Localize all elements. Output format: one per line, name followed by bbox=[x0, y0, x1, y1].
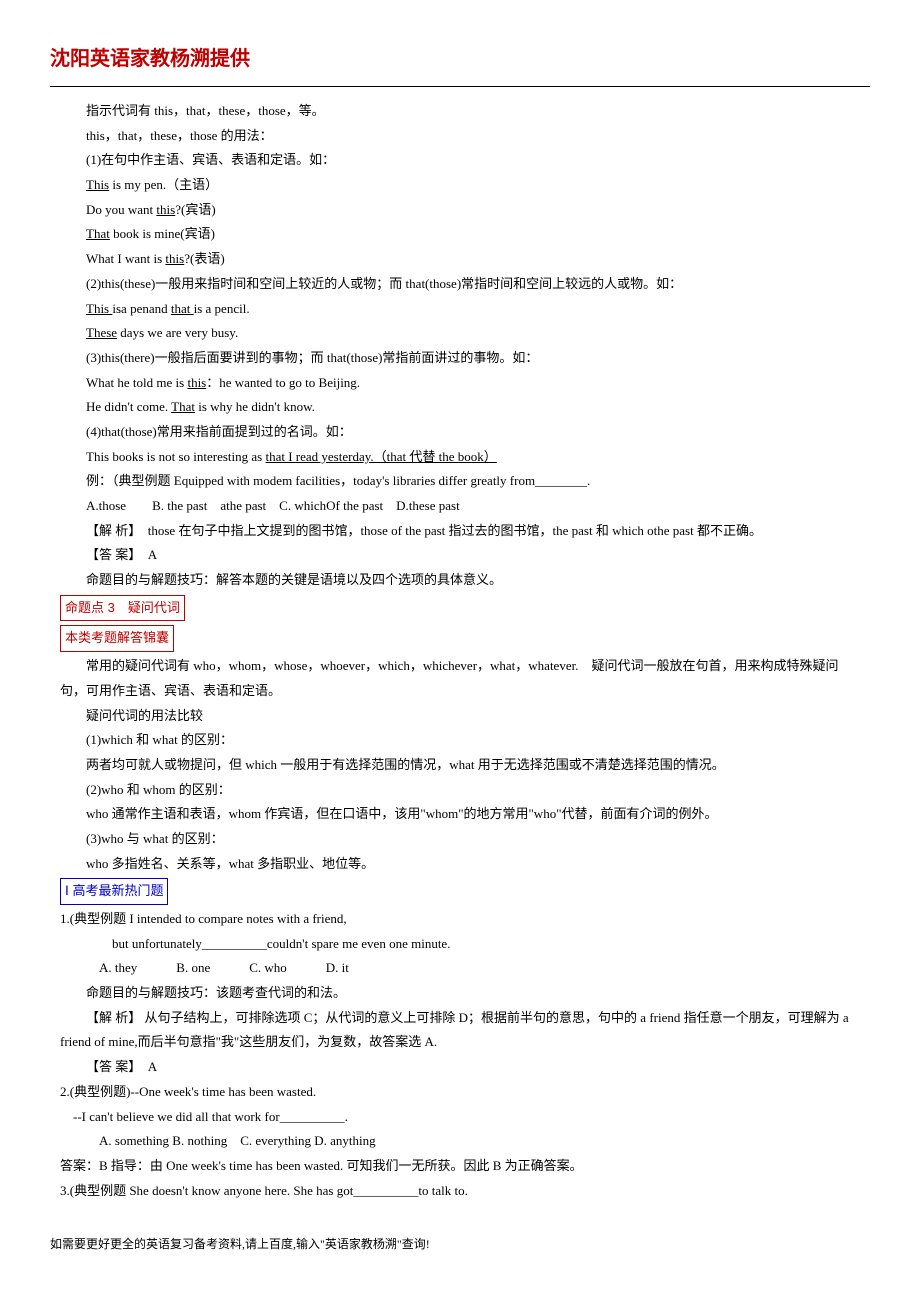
text-line: (1)which 和 what 的区别： bbox=[60, 728, 860, 753]
answer-line: 【答 案】 A bbox=[60, 543, 860, 568]
text: Do you want bbox=[86, 202, 156, 217]
underline-text: That bbox=[171, 399, 195, 414]
section-box-red: 本类考题解答锦囊 bbox=[60, 625, 174, 652]
text: What I want is bbox=[86, 251, 165, 266]
text: What he told me is bbox=[86, 375, 187, 390]
option-line: A.those B. the past athe past C. whichOf… bbox=[60, 494, 860, 519]
text: ?(宾语) bbox=[175, 202, 215, 217]
underline-text: that I read yesterday.（that 代替 the book） bbox=[265, 449, 496, 464]
underline-text: this bbox=[156, 202, 175, 217]
option-line: A. they B. one C. who D. it bbox=[60, 956, 860, 981]
text-line: 两者均可就人或物提问，但 which 一般用于有选择范围的情况，what 用于无… bbox=[60, 753, 860, 778]
text-line: 常用的疑问代词有 who，whom，whose，whoever，which，wh… bbox=[60, 654, 860, 703]
underline-text: That bbox=[86, 226, 110, 241]
question-line: 1.(典型例题 I intended to compare notes with… bbox=[60, 907, 860, 932]
document-body: 指示代词有 this，that，these，those，等。 this，that… bbox=[50, 99, 870, 1203]
text-line: (4)that(those)常用来指前面提到过的名词。如： bbox=[60, 420, 860, 445]
text: is my pen.（主语） bbox=[109, 177, 218, 192]
text-line: (2)who 和 whom 的区别： bbox=[60, 778, 860, 803]
text-line: (1)在句中作主语、宾语、表语和定语。如： bbox=[60, 148, 860, 173]
underline-text: this bbox=[165, 251, 184, 266]
text-line: 疑问代词的用法比较 bbox=[60, 704, 860, 729]
analysis-line: 【解 析】 从句子结构上，可排除选项 C；从代词的意义上可排除 D；根据前半句的… bbox=[60, 1006, 860, 1055]
text-line: (3)this(there)一般指后面要讲到的事物；而 that(those)常… bbox=[60, 346, 860, 371]
text: He didn't come. bbox=[86, 399, 171, 414]
text: isa penand bbox=[112, 301, 170, 316]
analysis-line: 【解 析】 those 在句子中指上文提到的图书馆，those of the p… bbox=[60, 519, 860, 544]
underline-text: This bbox=[86, 177, 109, 192]
underline-text: that bbox=[171, 301, 194, 316]
header-rule bbox=[50, 86, 870, 87]
text-line: 指示代词有 this，that，these，those，等。 bbox=[60, 99, 860, 124]
text-line: This isa penand that is a pencil. bbox=[60, 297, 860, 322]
text-line: 命题目的与解题技巧：解答本题的关键是语境以及四个选项的具体意义。 bbox=[60, 568, 860, 593]
text-line: who 多指姓名、关系等，what 多指职业、地位等。 bbox=[60, 852, 860, 877]
text: days we are very busy. bbox=[117, 325, 238, 340]
text: is why he didn't know. bbox=[195, 399, 315, 414]
text-line: That book is mine(宾语) bbox=[60, 222, 860, 247]
text-line: This books is not so interesting as that… bbox=[60, 445, 860, 470]
question-line: but unfortunately__________couldn't spar… bbox=[60, 932, 860, 957]
text-line: These days we are very busy. bbox=[60, 321, 860, 346]
page-header: 沈阳英语家教杨溯提供 bbox=[50, 40, 870, 78]
text-line: What he told me is this：he wanted to go … bbox=[60, 371, 860, 396]
text: This books is not so interesting as bbox=[86, 449, 265, 464]
text-line: (3)who 与 what 的区别： bbox=[60, 827, 860, 852]
answer-line: 【答 案】 A bbox=[60, 1055, 860, 1080]
text-line: 例：（典型例题 Equipped with modem facilities，t… bbox=[60, 469, 860, 494]
section-box-red: 命题点 3 疑问代词 bbox=[60, 595, 185, 622]
page-footer: 如需要更好更全的英语复习备考资料,请上百度,输入"英语家教杨溯"查询! bbox=[50, 1233, 870, 1256]
answer-line: 答案：B 指导：由 One week's time has been waste… bbox=[60, 1154, 860, 1179]
text: is a pencil. bbox=[194, 301, 250, 316]
text: book is mine(宾语) bbox=[110, 226, 215, 241]
text-line: What I want is this?(表语) bbox=[60, 247, 860, 272]
text: ：he wanted to go to Beijing. bbox=[206, 375, 360, 390]
underline-text: These bbox=[86, 325, 117, 340]
text-line: Do you want this?(宾语) bbox=[60, 198, 860, 223]
underline-text: this bbox=[187, 375, 206, 390]
text-line: He didn't come. That is why he didn't kn… bbox=[60, 395, 860, 420]
underline-text: This bbox=[86, 301, 112, 316]
question-line: --I can't believe we did all that work f… bbox=[60, 1105, 860, 1130]
text: ?(表语) bbox=[184, 251, 224, 266]
text-line: 命题目的与解题技巧：该题考查代词的和法。 bbox=[60, 981, 860, 1006]
question-line: 3.(典型例题 She doesn't know anyone here. Sh… bbox=[60, 1179, 860, 1204]
text-line: this，that，these，those 的用法： bbox=[60, 124, 860, 149]
question-line: 2.(典型例题)--One week's time has been waste… bbox=[60, 1080, 860, 1105]
text-line: (2)this(these)一般用来指时间和空间上较近的人或物；而 that(t… bbox=[60, 272, 860, 297]
section-box-blue: Ⅰ 高考最新热门题 bbox=[60, 878, 168, 905]
text-line: who 通常作主语和表语，whom 作宾语，但在口语中，该用"whom"的地方常… bbox=[60, 802, 860, 827]
text-line: This is my pen.（主语） bbox=[60, 173, 860, 198]
option-line: A. something B. nothing C. everything D.… bbox=[60, 1129, 860, 1154]
